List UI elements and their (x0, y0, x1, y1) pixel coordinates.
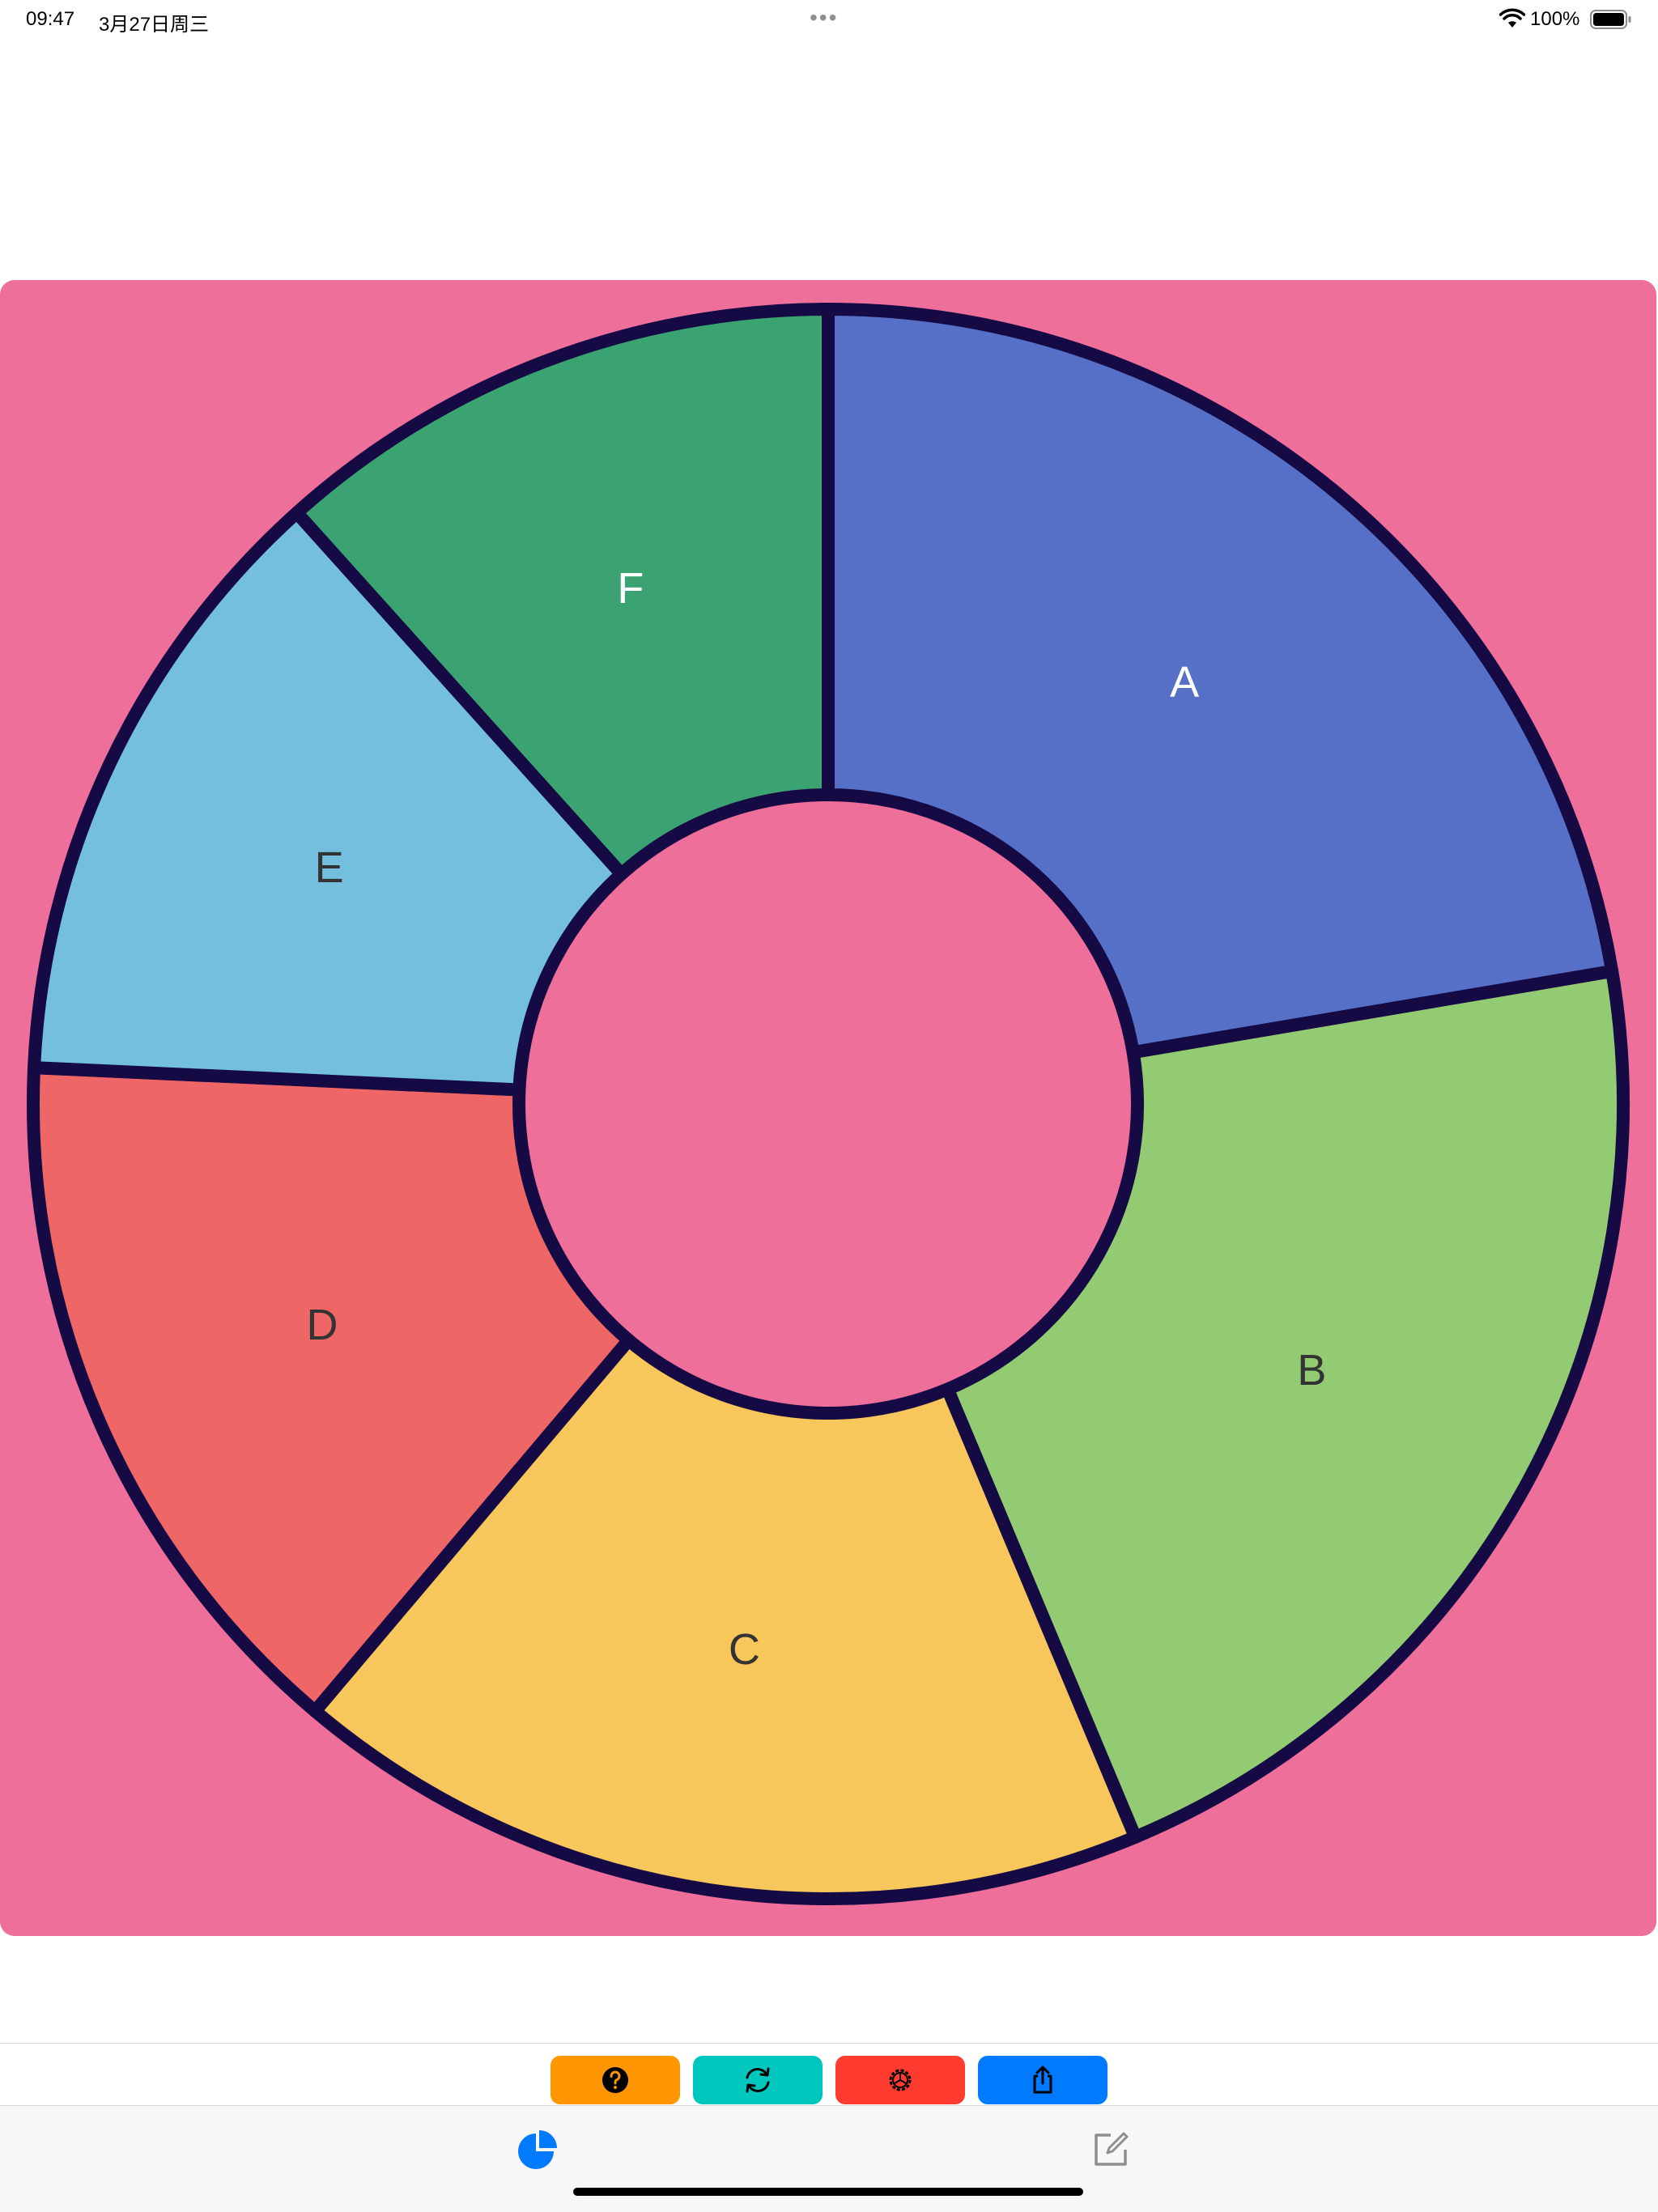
share-icon (1033, 2066, 1052, 2094)
toolbar-divider (0, 2043, 1658, 2044)
share-button[interactable] (978, 2056, 1107, 2104)
status-bar: 09:47 3月27日周三 ••• 100% (0, 0, 1658, 39)
tab-edit[interactable] (1088, 2127, 1133, 2172)
donut-segment-a[interactable] (822, 303, 1619, 1059)
battery-icon (1590, 10, 1631, 29)
status-time: 09:47 (26, 8, 75, 30)
battery-percentage: 100% (1530, 8, 1580, 30)
multitasking-dots[interactable]: ••• (810, 5, 838, 31)
gear-icon (889, 2069, 912, 2091)
tab-bar (0, 2105, 1658, 2212)
home-indicator[interactable] (573, 2188, 1083, 2196)
segment-label-d: D (307, 1301, 338, 1349)
chart-panel: A B C D E F (0, 280, 1656, 1936)
donut-chart[interactable]: A B C D E F (0, 280, 1656, 1936)
segment-label-c: C (729, 1625, 760, 1674)
wifi-icon (1499, 8, 1525, 28)
tab-chart[interactable] (515, 2127, 560, 2172)
segment-label-b: B (1297, 1346, 1326, 1395)
segment-label-a: A (1170, 658, 1199, 707)
question-circle-icon (602, 2067, 628, 2093)
segment-label-f: F (617, 564, 644, 613)
compose-icon (1095, 2132, 1129, 2166)
refresh-button[interactable] (693, 2056, 823, 2104)
segment-label-e: E (315, 843, 344, 892)
help-button[interactable] (551, 2056, 680, 2104)
toolbar (0, 2056, 1658, 2106)
settings-button[interactable] (835, 2056, 965, 2104)
pie-chart-icon (518, 2130, 557, 2169)
status-date: 3月27日周三 (99, 14, 210, 36)
refresh-arrows-icon (746, 2067, 770, 2093)
